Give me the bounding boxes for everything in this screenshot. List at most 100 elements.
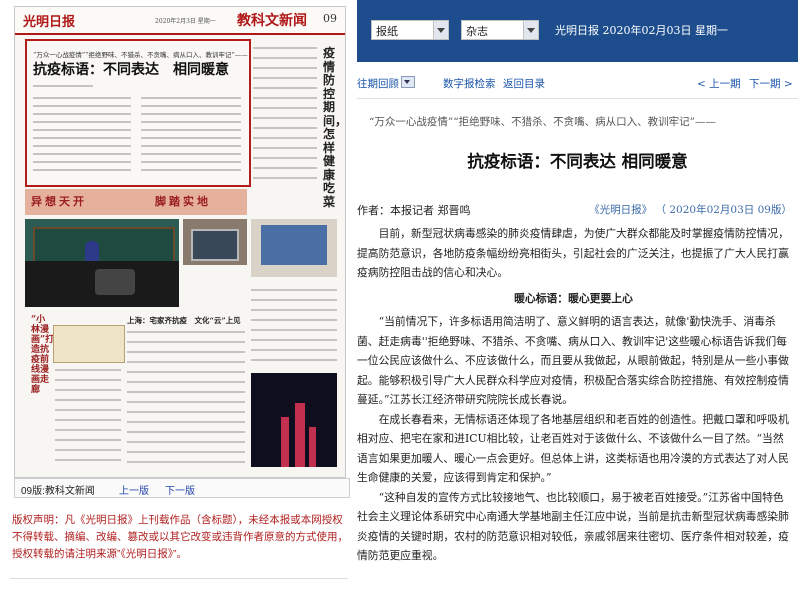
- text-line: [55, 429, 121, 431]
- tower-shape: [309, 427, 316, 467]
- text-line: [33, 169, 131, 171]
- text-line: [55, 439, 121, 441]
- text-line: [33, 97, 131, 99]
- text-line: [253, 67, 317, 69]
- past-issues-link[interactable]: 往期回顾: [357, 76, 399, 91]
- text-line: [127, 431, 245, 433]
- paragraph: 在成长春看来，无情标语还体现了各地基层组织和老百姓的创造性。把戴口罩和呼吸机相对…: [357, 412, 789, 485]
- text-line: [127, 371, 245, 373]
- tower-shape: [281, 417, 289, 467]
- text-line: [253, 97, 317, 99]
- newspaper-select-value: 报纸: [376, 25, 398, 38]
- side-headline: 疫情防控期间，怎样健康吃菜: [323, 46, 346, 209]
- text-line: [55, 459, 121, 461]
- text-line: [141, 145, 241, 147]
- text-line: [253, 77, 317, 79]
- text-line: [127, 401, 245, 403]
- feature-banner: 异想天开 脚踏实地: [25, 189, 247, 215]
- prev-edition-link[interactable]: 上一版: [119, 482, 149, 497]
- paragraph: 目前，新型冠状病毒感染的肺炎疫情肆虐，为使广大群众都能及时掌握疫情防控情况，提高…: [357, 227, 789, 279]
- laptop-shape: [191, 229, 239, 261]
- sub-headline: 上海：宅家齐抗疫 文化“云”上见: [127, 316, 241, 325]
- top-bar: 报纸 杂志 光明日报 2020年02月03日 星期一: [357, 0, 798, 62]
- text-line: [251, 299, 337, 301]
- text-line: [33, 121, 131, 123]
- issue-date: 光明日报 2020年02月03日 星期一: [555, 24, 728, 37]
- text-line: [33, 105, 131, 107]
- newspaper-date: 2020年2月3日 星期一: [155, 18, 216, 25]
- text-line: [251, 349, 337, 351]
- article-body: 目前，新型冠状病毒感染的肺炎疫情肆虐，为使广大群众都能及时掌握疫情防控情况，提高…: [357, 224, 790, 566]
- copyright-notice: 版权声明：凡《光明日报》上刊载作品（含标题），未经本报或本网授权不得转载、摘编、…: [12, 514, 348, 560]
- paragraph: “当前情况下，许多标语用简洁明了、意义鲜明的语言表达，就像'勤快洗手、消毒杀菌、…: [357, 315, 789, 406]
- prev-issue-link[interactable]: < 上一期: [697, 76, 741, 91]
- banner-left-text: 异想天开: [31, 195, 87, 208]
- text-line: [141, 129, 241, 131]
- online-class-photo: [251, 219, 337, 277]
- text-line: [251, 289, 337, 291]
- text-line: [141, 105, 241, 107]
- text-line: [141, 121, 241, 123]
- article-source: 《光明日报》 （ 2020年02月03日 09版）: [589, 204, 792, 216]
- next-issue-link[interactable]: 下一期 >: [749, 76, 793, 91]
- divider: [10, 578, 348, 579]
- text-line: [127, 411, 245, 413]
- edition-label: 09版:教科文新闻: [21, 486, 95, 497]
- chevron-down-icon[interactable]: [433, 21, 448, 39]
- article-panel: “万众一心战疫情”“拒绝野味、不猎杀、不贪嘴、病从口入、教训牢记”—— 抗疫标语…: [357, 98, 798, 591]
- night-city-photo: [251, 373, 337, 467]
- newspaper-page-image[interactable]: 光明日报 2020年2月3日 星期一 教科文新闻 09 “万众一心战疫情”“拒绝…: [14, 6, 346, 478]
- article-subheading: 暖心标语：暖心更要上心: [514, 291, 633, 305]
- text-line: [55, 369, 121, 371]
- magazine-select-value: 杂志: [466, 25, 488, 38]
- paragraph: “这种自发的宣传方式比较接地气、也比较顺口，易于被老百姓接受。”江苏省中国特色社…: [357, 490, 789, 563]
- text-line: [251, 329, 337, 331]
- newspaper-section: 教科文新闻: [237, 13, 307, 29]
- text-line: [251, 319, 337, 321]
- text-line: [141, 153, 241, 155]
- contents-link[interactable]: 返回目录: [503, 76, 545, 91]
- text-line: [141, 161, 241, 163]
- text-line: [127, 441, 245, 443]
- newspaper-page-number: 09: [323, 12, 337, 25]
- text-line: [127, 331, 245, 333]
- article-author: 作者：本报记者 郑晋鸣: [357, 204, 471, 217]
- text-line: [55, 449, 121, 451]
- text-line: [253, 57, 317, 59]
- text-line: [253, 117, 317, 119]
- newspaper-select[interactable]: 报纸: [371, 20, 449, 40]
- tower-shape: [295, 403, 305, 467]
- screen-shape: [261, 225, 327, 265]
- newspaper-logo: 光明日报: [23, 15, 76, 30]
- text-line: [55, 399, 121, 401]
- text-line: [55, 389, 121, 391]
- search-link[interactable]: 数字报检索: [443, 76, 496, 91]
- past-issues-dropdown-icon[interactable]: [401, 76, 415, 88]
- text-line: [141, 113, 241, 115]
- text-line: [141, 97, 241, 99]
- article-title: 抗疫标语：不同表达 相同暖意: [467, 152, 688, 171]
- text-line: [253, 147, 317, 149]
- text-line: [253, 177, 317, 179]
- comic-image: [53, 325, 125, 363]
- text-line: [253, 87, 317, 89]
- text-line: [55, 379, 121, 381]
- headline-article-hotspot[interactable]: “万众一心战疫情”“拒绝野味、不猎杀、不贪嘴、病从口入、教训牢记”—— 抗疫标语…: [25, 39, 251, 187]
- banner-right-text: 脚踏实地: [155, 195, 211, 208]
- text-line: [127, 421, 245, 423]
- magazine-select[interactable]: 杂志: [461, 20, 539, 40]
- text-line: [33, 161, 131, 163]
- text-line: [33, 145, 131, 147]
- text-line: [141, 137, 241, 139]
- text-line: [33, 113, 131, 115]
- chevron-down-icon[interactable]: [523, 21, 538, 39]
- text-line: [253, 127, 317, 129]
- headline-kicker: “万众一心战疫情”“拒绝野味、不猎杀、不贪嘴、病从口入、教训牢记”——: [33, 51, 248, 59]
- text-line: [127, 361, 245, 363]
- text-line: [127, 381, 245, 383]
- next-edition-link[interactable]: 下一版: [165, 482, 195, 497]
- text-line: [55, 419, 121, 421]
- text-line: [251, 359, 337, 361]
- camera-photo: [25, 261, 179, 307]
- headline-title: 抗疫标语：不同表达 相同暖意: [33, 62, 229, 78]
